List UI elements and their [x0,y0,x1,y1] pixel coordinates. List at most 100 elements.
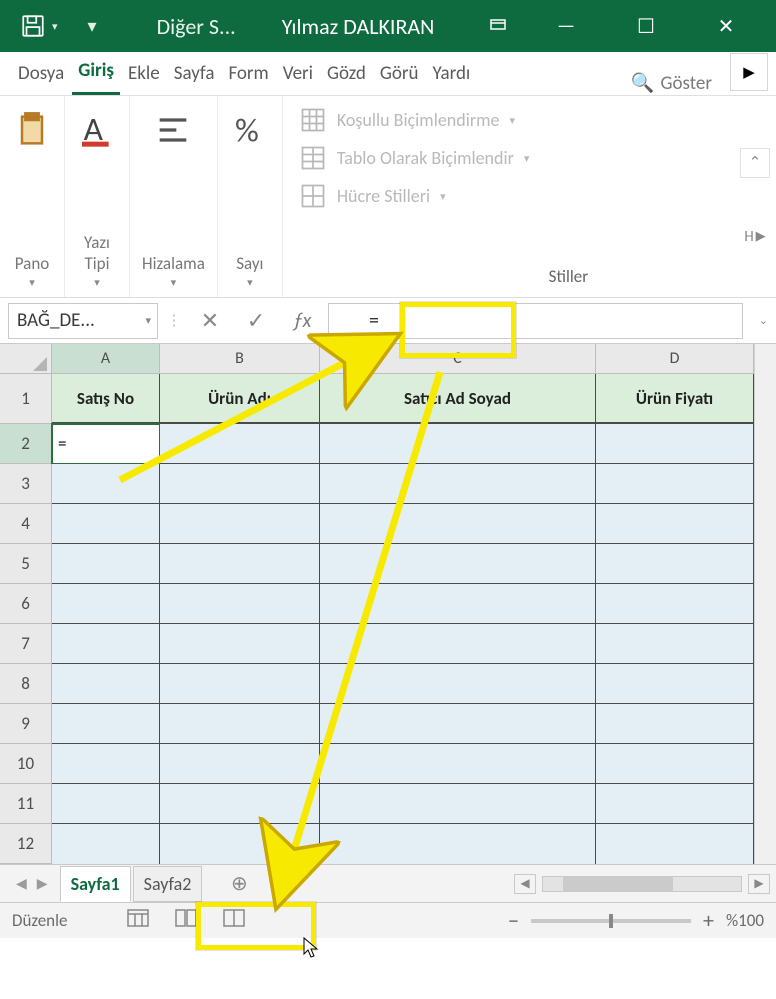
zoom-out-button[interactable]: − [508,907,519,934]
cell-B5[interactable] [160,544,320,584]
cell-D9[interactable] [596,704,754,744]
conditional-formatting-button[interactable]: Koşullu Biçimlendirme ▾ [299,106,718,134]
row-header-12[interactable]: 12 [0,824,52,864]
number-dropdown[interactable]: ▾ [236,276,263,289]
ribbon-display-options[interactable] [490,16,506,37]
view-normal-icon[interactable] [127,909,149,932]
cell-C9[interactable] [320,704,596,744]
row-header-1[interactable]: 1 [0,374,52,424]
cell-D11[interactable] [596,784,754,824]
cell-C1[interactable]: Satıcı Ad Soyad [320,374,596,424]
zoom-in-button[interactable]: + [703,907,714,934]
sheet-tab-2[interactable]: Sayfa2 [133,866,203,902]
zoom-level[interactable]: %100 [726,910,764,931]
col-header-D[interactable]: D [596,344,754,373]
tell-me-search[interactable]: 🔍 Göster [631,71,728,95]
tab-review[interactable]: Gözd [321,54,372,95]
cell-C10[interactable] [320,744,596,784]
cell-A6[interactable] [52,584,160,624]
format-as-table-button[interactable]: Tablo Olarak Biçimlendir ▾ [299,144,718,172]
alignment-icon[interactable] [153,110,193,155]
tab-file[interactable]: Dosya [12,54,70,95]
cell-A12[interactable] [52,824,160,864]
cell-B9[interactable] [160,704,320,744]
cell-C6[interactable] [320,584,596,624]
cell-A4[interactable] [52,504,160,544]
name-box-dropdown-icon[interactable]: ▾ [145,314,151,327]
cell-A3[interactable] [52,464,160,504]
row-header-2[interactable]: 2 [0,424,52,464]
qat-customize[interactable]: ▾ [88,15,97,37]
zoom-slider[interactable] [531,919,691,923]
horizontal-scrollbar[interactable] [542,876,742,892]
cell-B1[interactable]: Ürün Adı [160,374,320,424]
cell-D4[interactable] [596,504,754,544]
add-sheet-button[interactable]: ⊕ [224,871,254,896]
alignment-dropdown[interactable]: ▾ [142,276,205,289]
cell-D6[interactable] [596,584,754,624]
row-header-8[interactable]: 8 [0,664,52,704]
tab-page-layout[interactable]: Sayfa [168,54,221,95]
row-header-5[interactable]: 5 [0,544,52,584]
cell-A10[interactable] [52,744,160,784]
row-header-6[interactable]: 6 [0,584,52,624]
editing-scroll[interactable]: ▶ [756,229,766,244]
insert-function-button[interactable]: ƒx [282,303,322,339]
tab-view[interactable]: Görü [374,54,425,95]
tab-data[interactable]: Veri [277,54,319,95]
tab-help[interactable]: Yardı [426,54,476,95]
save-button[interactable]: ▾ [20,13,58,39]
minimize-button[interactable]: — [546,14,586,38]
cell-D5[interactable] [596,544,754,584]
sheet-nav-prev[interactable]: ◀ [16,875,27,892]
row-header-9[interactable]: 9 [0,704,52,744]
font-dropdown[interactable]: ▾ [84,276,110,289]
cell-A11[interactable] [52,784,160,824]
cell-A5[interactable] [52,544,160,584]
cell-D3[interactable] [596,464,754,504]
cell-B11[interactable] [160,784,320,824]
cell-A9[interactable] [52,704,160,744]
row-header-11[interactable]: 11 [0,784,52,824]
row-header-3[interactable]: 3 [0,464,52,504]
cell-B8[interactable] [160,664,320,704]
sheet-tab-1[interactable]: Sayfa1 [60,866,131,902]
cell-B6[interactable] [160,584,320,624]
cell-B7[interactable] [160,624,320,664]
tab-home[interactable]: Giriş [72,51,120,95]
cell-D10[interactable] [596,744,754,784]
select-all-corner[interactable] [0,344,52,373]
formula-input[interactable]: = [328,303,743,339]
cell-C8[interactable] [320,664,596,704]
ribbon-collapse[interactable]: ⌃ [740,148,770,178]
cell-A2[interactable]: = [52,424,160,464]
col-header-A[interactable]: A [52,344,160,373]
row-header-7[interactable]: 7 [0,624,52,664]
name-box[interactable]: BAĞ_DE... ▾ [8,303,158,339]
cell-C12[interactable] [320,824,596,864]
tab-formulas[interactable]: Form [222,54,274,95]
cell-B2[interactable] [160,424,320,464]
cell-B10[interactable] [160,744,320,784]
enter-formula-button[interactable]: ✓ [236,303,276,339]
clipboard-dropdown[interactable]: ▾ [15,276,49,289]
cell-B12[interactable] [160,824,320,864]
maximize-button[interactable]: ☐ [626,14,666,39]
sheet-nav-next[interactable]: ▶ [37,875,48,892]
close-button[interactable]: ✕ [706,14,746,39]
paste-icon[interactable] [12,110,52,155]
vertical-scrollbar[interactable] [754,344,776,864]
tab-insert[interactable]: Ekle [122,54,166,95]
cell-C11[interactable] [320,784,596,824]
cell-A7[interactable] [52,624,160,664]
cell-D12[interactable] [596,824,754,864]
row-header-4[interactable]: 4 [0,504,52,544]
cell-D7[interactable] [596,624,754,664]
col-header-B[interactable]: B [160,344,320,373]
cancel-formula-button[interactable]: ✕ [190,303,230,339]
cell-B3[interactable] [160,464,320,504]
cell-D1[interactable]: Ürün Fiyatı [596,374,754,424]
hscroll-right[interactable]: ▶ [748,874,770,894]
view-page-layout-icon[interactable] [175,909,197,932]
cell-A8[interactable] [52,664,160,704]
